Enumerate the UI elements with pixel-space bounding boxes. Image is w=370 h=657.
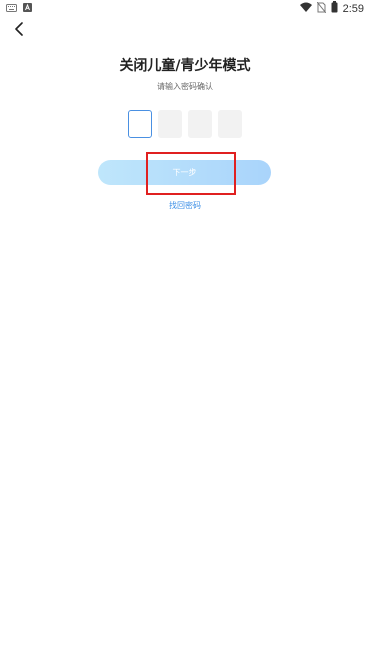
status-left-icons <box>6 3 32 15</box>
pin-box-2[interactable] <box>158 110 182 138</box>
pin-input[interactable] <box>128 110 242 138</box>
pin-box-1[interactable] <box>128 110 152 138</box>
chevron-left-icon <box>14 21 24 40</box>
notification-a-icon <box>23 3 32 15</box>
status-bar: 2:59 <box>0 0 370 16</box>
keyboard-icon <box>6 3 17 15</box>
wifi-icon <box>299 2 312 15</box>
pin-box-4[interactable] <box>218 110 242 138</box>
next-button[interactable]: 下一步 <box>98 160 271 185</box>
next-button-label: 下一步 <box>172 168 197 177</box>
battery-icon <box>331 1 338 16</box>
status-time: 2:59 <box>342 2 364 15</box>
page-subtitle: 请输入密码确认 <box>157 82 213 91</box>
page-title: 关闭儿童/青少年模式 <box>119 58 251 74</box>
status-right-icons: 2:59 <box>299 1 364 16</box>
no-sim-icon <box>316 1 326 16</box>
find-password-link[interactable]: 找回密码 <box>0 200 370 211</box>
pin-box-3[interactable] <box>188 110 212 138</box>
back-button[interactable] <box>8 19 30 41</box>
